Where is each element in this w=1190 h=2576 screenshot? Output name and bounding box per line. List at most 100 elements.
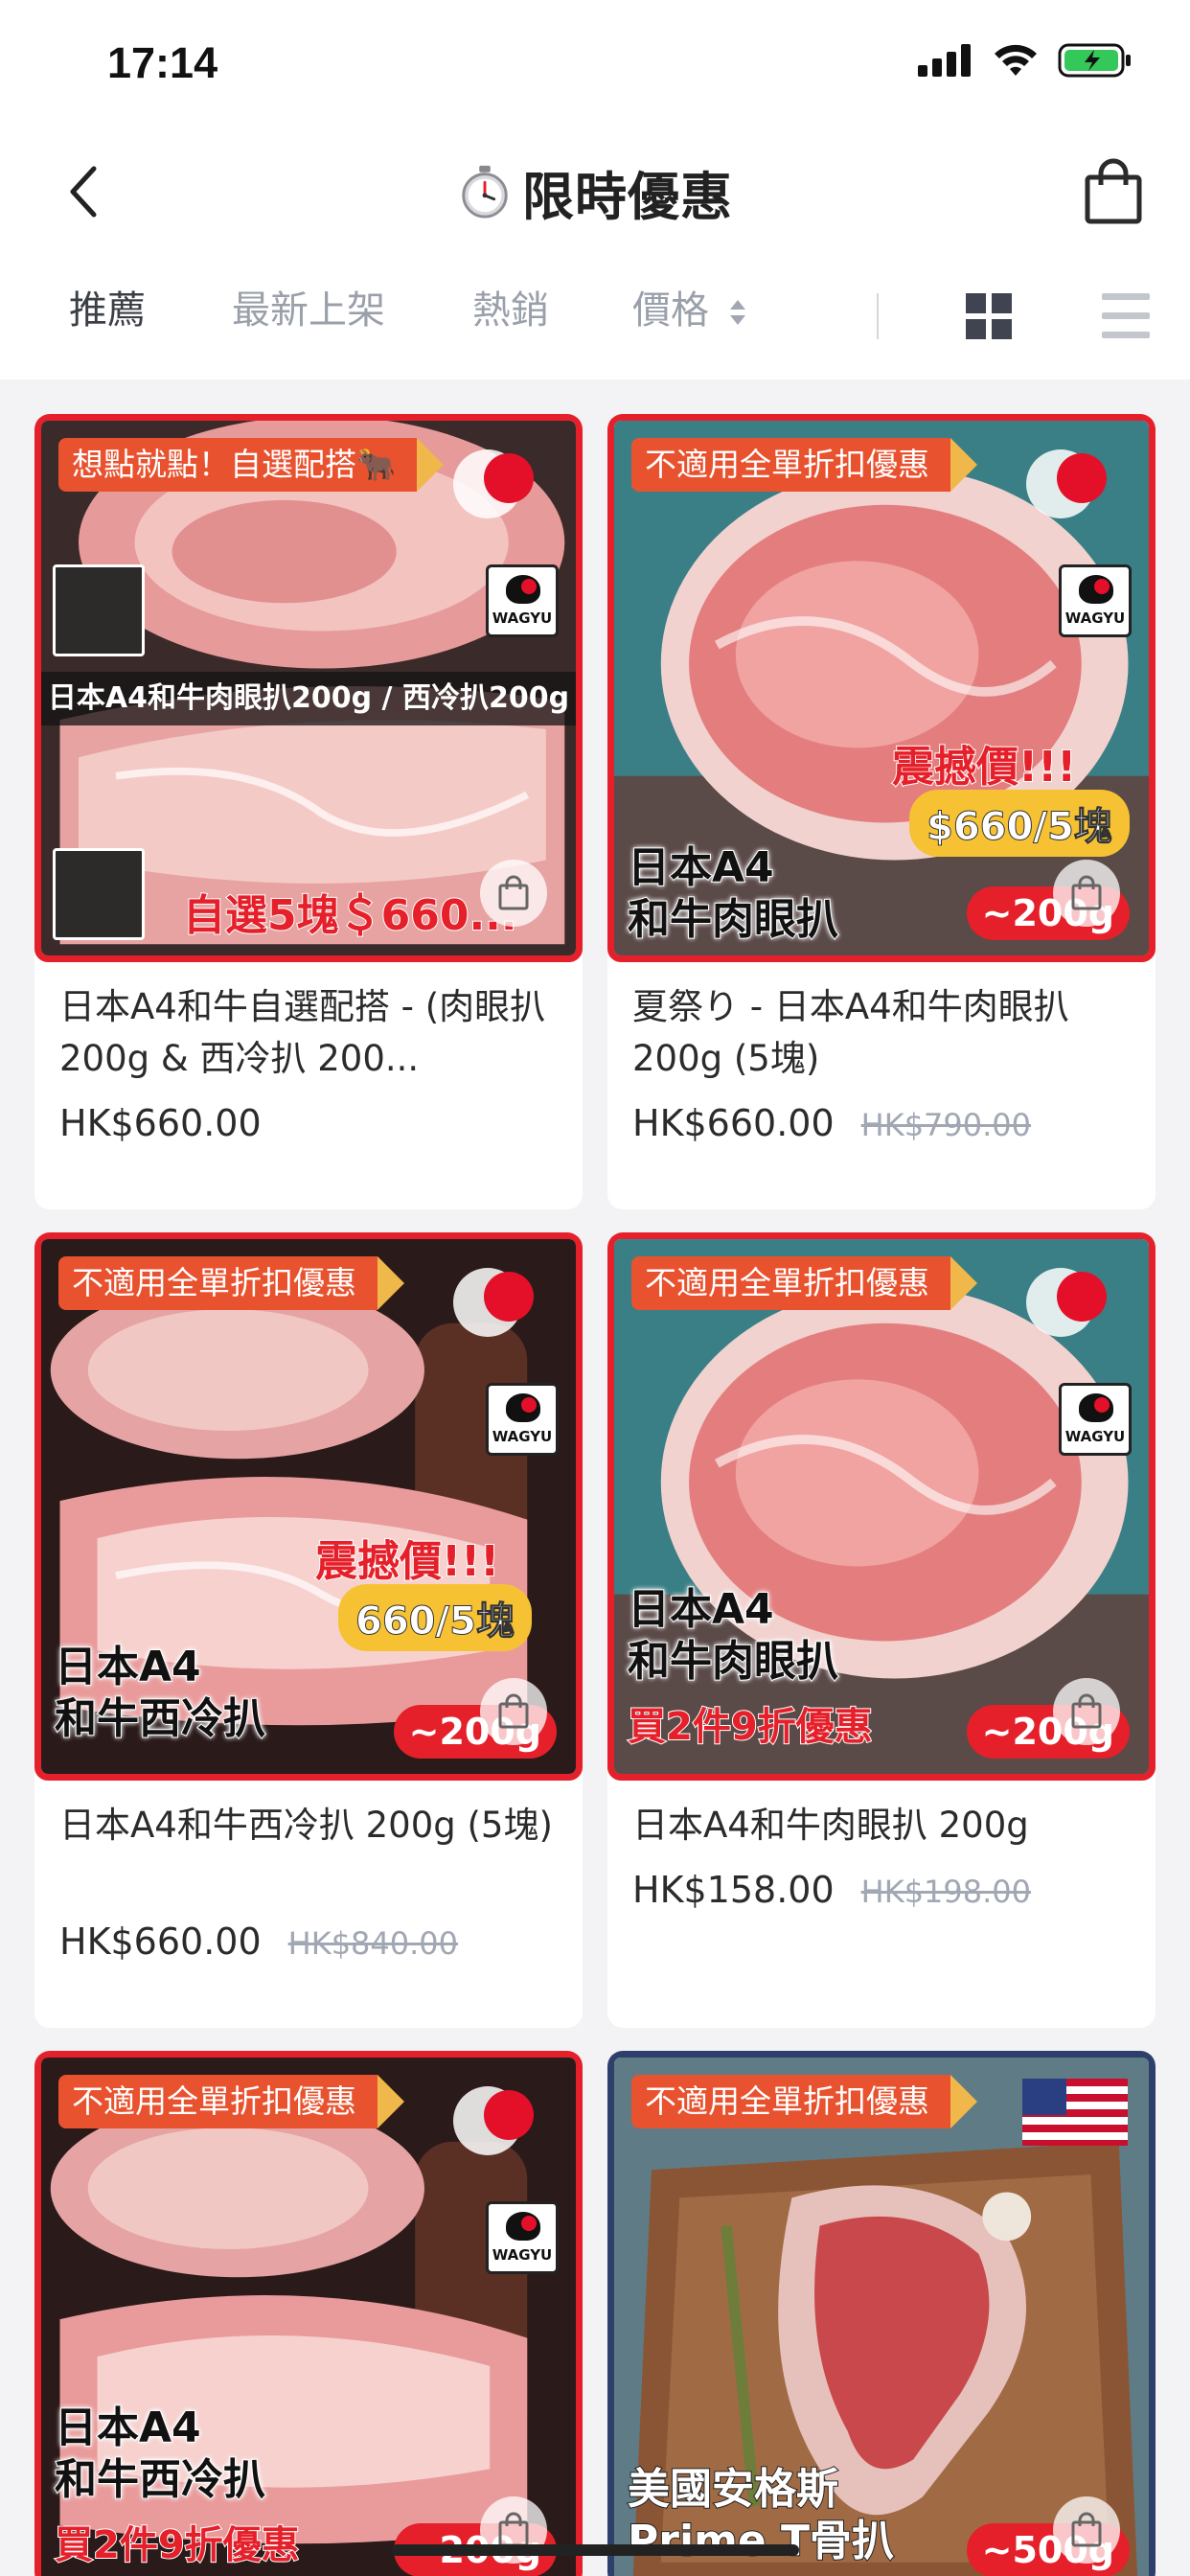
image-title-line1: 日本A4 xyxy=(54,2403,202,2453)
wagyu-logo: WAGYU xyxy=(486,2201,559,2274)
shopping-bag-icon xyxy=(1071,1693,1102,1729)
japan-flag-icon xyxy=(1057,1272,1107,1322)
japan-flag-icon xyxy=(484,453,534,503)
product-card[interactable]: 不適用全單折扣優惠 WAGYU 日本A4 和牛西冷扒 買2件9折優惠 ~200g xyxy=(34,2051,583,2576)
promo-tag: 不適用全單折扣優惠 xyxy=(631,1256,977,1310)
quick-add-button[interactable] xyxy=(1053,1678,1120,1745)
original-price: HK$790.00 xyxy=(860,1107,1032,1143)
product-info: 日本A4和牛西冷扒 200g (5塊) HK$660.00 HK$840.00 xyxy=(34,1781,583,1986)
price-row: HK$158.00 HK$198.00 xyxy=(632,1869,1131,1911)
japan-flag-icon xyxy=(1057,453,1107,503)
product-price: HK$158.00 xyxy=(632,1869,835,1911)
tab-price-label: 價格 xyxy=(632,288,709,333)
quick-add-button[interactable] xyxy=(480,860,547,927)
promo-tag: 不適用全單折扣優惠 xyxy=(631,2075,977,2128)
shock-price-label: 震撼價!!! xyxy=(891,742,1077,793)
wagyu-logo: WAGYU xyxy=(1059,1383,1132,1456)
tab-best-selling[interactable]: 熱銷 xyxy=(472,282,549,339)
image-price-text: 660/5塊 xyxy=(338,1584,532,1651)
product-card[interactable]: 不適用全單折扣優惠 WAGYU 震撼價!!! 660/5塊 日本A4 和牛西冷扒… xyxy=(34,1232,583,2028)
battery-charging-icon xyxy=(1058,43,1131,78)
quick-add-button[interactable] xyxy=(1053,860,1120,927)
product-name[interactable]: 日本A4和牛西冷扒 200g (5塊) xyxy=(59,1800,558,1903)
product-card[interactable]: 不適用全單折扣優惠 WAGYU 震撼價!!! $660/5塊 日本A4 和牛肉眼… xyxy=(607,414,1156,1209)
page-title-group: 限時優惠 xyxy=(0,155,1190,228)
promo-tag: 想點就點！自選配搭🐂 xyxy=(58,438,445,492)
product-card[interactable]: 不適用全單折扣優惠 美國安格斯 Prime T骨扒 ~500g xyxy=(607,2051,1156,2576)
home-indicator[interactable] xyxy=(391,2544,799,2556)
price-row: HK$660.00 HK$790.00 xyxy=(632,1102,1131,1144)
shopping-bag-icon xyxy=(1085,158,1142,224)
product-image[interactable]: 不適用全單折扣優惠 WAGYU 震撼價!!! 660/5塊 日本A4 和牛西冷扒… xyxy=(34,1232,583,1781)
product-card[interactable]: 不適用全單折扣優惠 WAGYU 日本A4 和牛肉眼扒 買2件9折優惠 ~200g… xyxy=(607,1232,1156,2028)
product-card[interactable]: 想點就點！自選配搭🐂 WAGYU 日本A4和牛肉眼扒200g / 西冷扒200g… xyxy=(34,414,583,1209)
product-image[interactable]: 不適用全單折扣優惠 WAGYU 震撼價!!! $660/5塊 日本A4 和牛肉眼… xyxy=(607,414,1156,962)
list-view-icon[interactable] xyxy=(1102,291,1150,341)
wagyu-logo: WAGYU xyxy=(486,564,559,637)
thumbnail-sirloin xyxy=(53,848,145,940)
product-price: HK$660.00 xyxy=(632,1102,835,1144)
image-offer-text: 自選5塊＄660... xyxy=(182,890,518,941)
thumbnail-ribeye xyxy=(53,564,145,656)
promo-tag: 不適用全單折扣優惠 xyxy=(631,438,977,492)
image-title-line2: 和牛西冷扒 xyxy=(54,2454,266,2505)
japan-flag-icon xyxy=(484,1272,534,1322)
product-info: 夏祭り - 日本A4和牛肉眼扒 200g (5塊) HK$660.00 HK$7… xyxy=(607,962,1156,1167)
image-title-line1: 日本A4 xyxy=(627,1584,775,1635)
image-title-line2: 和牛西冷扒 xyxy=(54,1693,266,1744)
image-title-line2: Prime T骨扒 xyxy=(627,2516,895,2566)
image-offer-text: 買2件9折優惠 xyxy=(54,2522,301,2568)
promo-tag: 不適用全單折扣優惠 xyxy=(58,2075,404,2128)
status-time: 17:14 xyxy=(107,38,218,87)
status-icons xyxy=(918,42,1133,79)
product-info: 日本A4和牛自選配搭 - (肉眼扒 200g & 西冷扒 200... HK$6… xyxy=(34,962,583,1167)
tab-newest[interactable]: 最新上架 xyxy=(232,282,385,339)
image-title-line2: 和牛肉眼扒 xyxy=(627,1636,839,1687)
cellular-signal-icon xyxy=(918,44,971,77)
product-info: 日本A4和牛肉眼扒 200g HK$158.00 HK$198.00 xyxy=(607,1781,1156,1934)
quick-add-button[interactable] xyxy=(480,1678,547,1745)
quick-add-button[interactable] xyxy=(1053,2496,1120,2564)
product-image[interactable]: 不適用全單折扣優惠 美國安格斯 Prime T骨扒 ~500g xyxy=(607,2051,1156,2576)
tab-price[interactable]: 價格 xyxy=(632,282,748,339)
navigation-bar: 限時優惠 xyxy=(0,134,1190,249)
product-image[interactable]: 想點就點！自選配搭🐂 WAGYU 日本A4和牛肉眼扒200g / 西冷扒200g… xyxy=(34,414,583,962)
product-price: HK$660.00 xyxy=(59,1920,262,1963)
top-bar: 17:14 限時優惠 推薦 最新上架 熱銷 價格 xyxy=(0,0,1190,380)
product-name[interactable]: 日本A4和牛自選配搭 - (肉眼扒 200g & 西冷扒 200... xyxy=(59,981,558,1085)
grid-view-icon[interactable] xyxy=(966,293,1012,339)
image-title-line1: 美國安格斯 xyxy=(627,2464,839,2515)
sort-divider xyxy=(877,293,879,339)
product-image[interactable]: 不適用全單折扣優惠 WAGYU 日本A4 和牛西冷扒 買2件9折優惠 ~200g xyxy=(34,2051,583,2576)
cart-button[interactable] xyxy=(1075,153,1152,230)
shock-price-label: 震撼價!!! xyxy=(314,1536,500,1587)
wifi-icon xyxy=(995,44,1037,76)
wagyu-logo: WAGYU xyxy=(486,1383,559,1456)
image-price-text: $660/5塊 xyxy=(909,790,1130,857)
wagyu-logo: WAGYU xyxy=(1059,564,1132,637)
image-title-line2: 和牛肉眼扒 xyxy=(627,894,839,945)
stopwatch-icon xyxy=(462,165,508,218)
original-price: HK$840.00 xyxy=(287,1925,459,1962)
japan-flag-icon xyxy=(484,2090,534,2140)
shopping-bag-icon xyxy=(1071,2512,1102,2547)
shopping-bag-icon xyxy=(498,875,529,910)
image-offer-text: 買2件9折優惠 xyxy=(627,1704,874,1750)
tab-recommended[interactable]: 推薦 xyxy=(69,282,146,339)
sort-arrows-icon xyxy=(729,300,745,325)
status-bar: 17:14 xyxy=(0,0,1190,134)
image-title-line1: 日本A4 xyxy=(627,842,775,893)
product-image[interactable]: 不適用全單折扣優惠 WAGYU 日本A4 和牛肉眼扒 買2件9折優惠 ~200g xyxy=(607,1232,1156,1781)
page-title: 限時優惠 xyxy=(522,166,733,227)
price-row: HK$660.00 HK$840.00 xyxy=(59,1920,558,1963)
promo-tag: 不適用全單折扣優惠 xyxy=(58,1256,404,1310)
image-caption: 日本A4和牛肉眼扒200g / 西冷扒200g xyxy=(41,672,576,725)
product-price: HK$660.00 xyxy=(59,1102,262,1144)
original-price: HK$198.00 xyxy=(860,1874,1032,1910)
usa-flag-icon xyxy=(1022,2079,1128,2146)
product-name[interactable]: 夏祭り - 日本A4和牛肉眼扒 200g (5塊) xyxy=(632,981,1131,1085)
sort-bar: 推薦 最新上架 熱銷 價格 xyxy=(0,259,1190,366)
shopping-bag-icon xyxy=(498,2512,529,2547)
shopping-bag-icon xyxy=(1071,875,1102,910)
shopping-bag-icon xyxy=(498,1693,529,1729)
